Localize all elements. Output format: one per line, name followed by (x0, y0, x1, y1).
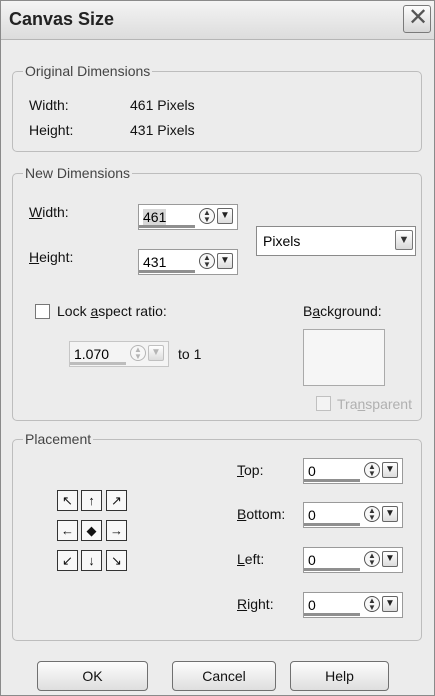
background-color-swatch[interactable] (303, 329, 385, 386)
original-height-value: 431 Pixels (130, 122, 195, 138)
anchor-bottom-right-button[interactable]: ↘ (106, 550, 127, 571)
chevron-down-icon[interactable]: ▼ (382, 506, 398, 522)
chevron-down-icon: ▼ (148, 345, 164, 361)
original-width-value: 461 Pixels (130, 97, 195, 113)
bottom-slider-bar (304, 523, 360, 526)
bottom-value: 0 (308, 507, 316, 523)
left-spinner[interactable]: ▲ ▼ ▼ (364, 549, 402, 571)
new-width-label: Width: (29, 204, 69, 220)
new-width-spinner[interactable]: ▲ ▼ ▼ (199, 206, 237, 228)
new-height-spinner[interactable]: ▲ ▼ ▼ (199, 251, 237, 273)
anchor-top-left-button[interactable]: ↖ (57, 490, 78, 511)
anchor-center-button[interactable]: ◆ (81, 520, 102, 541)
new-height-slider-bar (139, 270, 195, 273)
ok-button[interactable]: OK (37, 661, 148, 691)
chevron-down-icon[interactable]: ▼ (217, 208, 233, 224)
units-select[interactable]: Pixels ▼ (256, 226, 416, 256)
units-value: Pixels (263, 233, 301, 249)
bottom-spinner[interactable]: ▲ ▼ ▼ (364, 504, 402, 526)
left-value: 0 (308, 552, 316, 568)
background-label: Background: (303, 303, 382, 319)
chevron-down-icon[interactable]: ▼ (382, 462, 398, 478)
arrow-right-icon: → (110, 523, 123, 538)
new-height-field[interactable]: 431 ▲ ▼ ▼ (138, 249, 238, 275)
anchor-top-button[interactable]: ↑ (81, 490, 102, 511)
spin-updown-icon[interactable]: ▲ ▼ (364, 551, 380, 567)
top-slider-bar (304, 479, 360, 482)
top-value: 0 (308, 463, 316, 479)
aspect-ratio-value: 1.070 (74, 346, 110, 362)
new-dimensions-group: New Dimensions Width: 461 ▲ ▼ ▼ Height: 4… (12, 165, 422, 421)
anchor-bottom-left-button[interactable]: ↙ (57, 550, 78, 571)
cancel-button[interactable]: Cancel (172, 661, 276, 691)
arrow-down-right-icon: ↘ (111, 553, 122, 568)
diamond-icon: ◆ (86, 523, 97, 538)
arrow-down-left-icon: ↙ (62, 553, 73, 568)
spin-updown-icon[interactable]: ▲ ▼ (199, 208, 215, 224)
original-height-label: Height: (29, 122, 74, 138)
help-button[interactable]: Help (290, 661, 389, 691)
spin-updown-icon[interactable]: ▲ ▼ (364, 506, 380, 522)
new-dimensions-legend: New Dimensions (23, 165, 133, 181)
transparent-label: Transparent (337, 396, 412, 412)
new-width-value: 461 (143, 209, 167, 225)
right-spinner[interactable]: ▲ ▼ ▼ (364, 594, 402, 616)
right-value: 0 (308, 597, 316, 613)
lock-aspect-ratio-checkbox[interactable] (35, 304, 50, 319)
anchor-top-right-button[interactable]: ↗ (106, 490, 127, 511)
bottom-label: Bottom: (237, 506, 286, 522)
arrow-up-icon: ↑ (88, 493, 95, 508)
spin-updown-icon: ▲ ▼ (130, 345, 146, 361)
chevron-down-icon[interactable]: ▼ (382, 596, 398, 612)
chevron-down-icon[interactable]: ▼ (217, 253, 233, 269)
aspect-ratio-field: 1.070 ▲ ▼ ▼ (69, 341, 169, 367)
arrow-down-icon: ↓ (88, 553, 95, 568)
title-bar: Canvas Size ✕ (1, 1, 434, 40)
arrow-up-right-icon: ↗ (111, 493, 122, 508)
new-width-slider-bar (139, 225, 195, 228)
left-field[interactable]: 0 ▲ ▼ ▼ (303, 547, 403, 573)
top-field[interactable]: 0 ▲ ▼ ▼ (303, 458, 403, 484)
left-label: Left: (237, 551, 265, 567)
chevron-down-icon[interactable]: ▼ (395, 230, 413, 250)
placement-group: Placement ↖ ↑ ↗ ← ◆ → ↙ ↓ ↘ Top: 0 ▲ ▼ ▼ … (12, 431, 422, 641)
arrow-left-icon: ← (61, 523, 74, 538)
aspect-ratio-spinner: ▲ ▼ ▼ (130, 343, 168, 365)
right-label: Right: (237, 596, 274, 612)
anchor-right-button[interactable]: → (106, 520, 127, 541)
arrow-up-left-icon: ↖ (62, 493, 73, 508)
chevron-down-icon[interactable]: ▼ (382, 551, 398, 567)
placement-legend: Placement (23, 431, 94, 447)
right-slider-bar (304, 613, 360, 616)
close-icon: ✕ (408, 4, 429, 31)
dialog-title: Canvas Size (9, 9, 115, 29)
transparent-checkbox (316, 396, 331, 411)
right-field[interactable]: 0 ▲ ▼ ▼ (303, 592, 403, 618)
close-button[interactable]: ✕ (403, 5, 431, 33)
anchor-bottom-button[interactable]: ↓ (81, 550, 102, 571)
original-dimensions-legend: Original Dimensions (23, 63, 153, 79)
new-width-field[interactable]: 461 ▲ ▼ ▼ (138, 204, 238, 230)
to-one-label: to 1 (178, 346, 202, 362)
lock-aspect-ratio-label[interactable]: Lock aspect ratio: (57, 303, 167, 319)
spin-updown-icon[interactable]: ▲ ▼ (364, 596, 380, 612)
anchor-left-button[interactable]: ← (57, 520, 78, 541)
spin-updown-icon[interactable]: ▲ ▼ (364, 462, 380, 478)
bottom-field[interactable]: 0 ▲ ▼ ▼ (303, 502, 403, 528)
aspect-ratio-slider-bar (70, 362, 126, 365)
left-slider-bar (304, 568, 360, 571)
top-label: Top: (237, 462, 264, 478)
original-dimensions-group: Original Dimensions Width: 461 Pixels He… (12, 63, 422, 152)
new-height-label: Height: (29, 249, 74, 265)
canvas-size-dialog: Canvas Size ✕ Original Dimensions Width:… (0, 0, 435, 696)
new-height-value: 431 (143, 254, 167, 270)
spin-updown-icon[interactable]: ▲ ▼ (199, 253, 215, 269)
original-width-label: Width: (29, 97, 69, 113)
top-spinner[interactable]: ▲ ▼ ▼ (364, 460, 402, 482)
